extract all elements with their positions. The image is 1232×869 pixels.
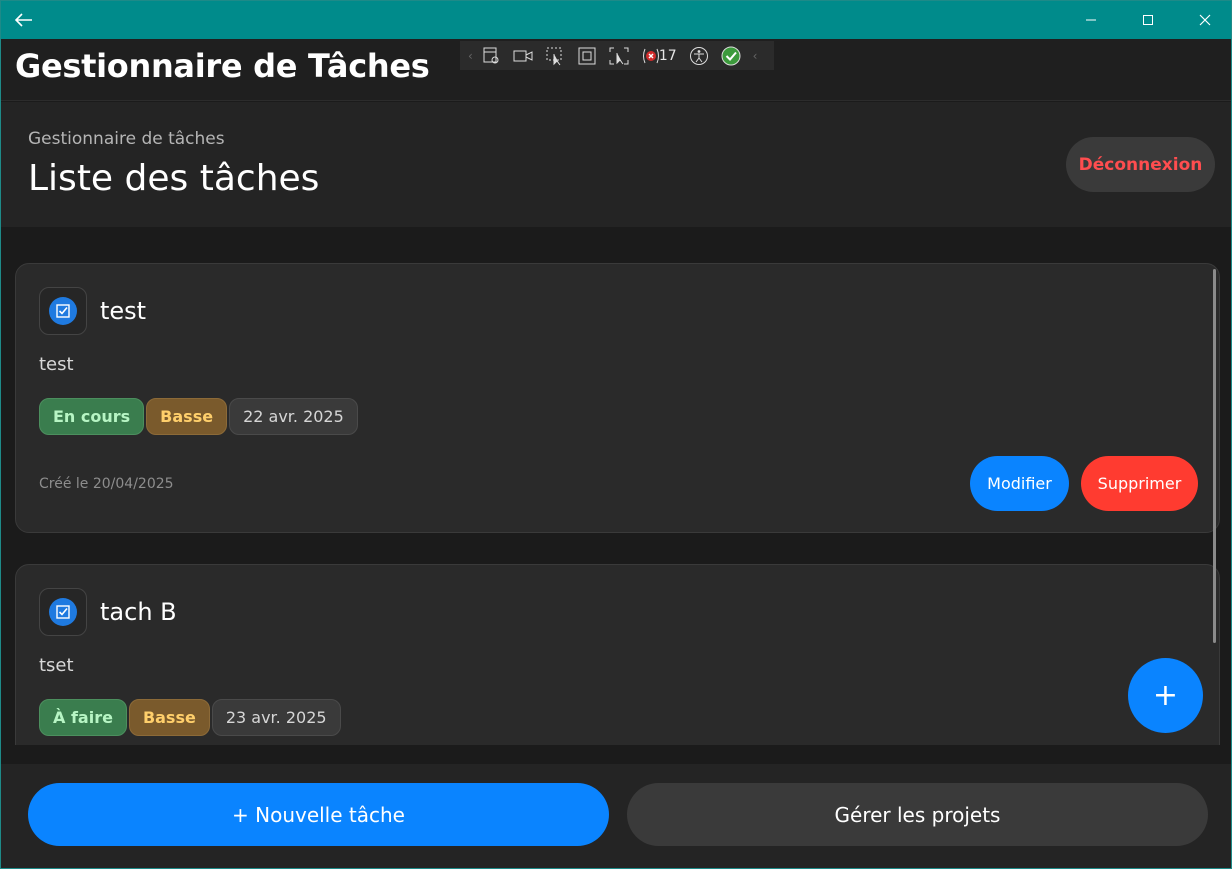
task-description: test [39,354,74,375]
logout-button[interactable]: Déconnexion [1066,137,1215,192]
arrow-left-icon [15,13,32,27]
task-card[interactable]: test test En cours Basse 22 avr. 2025 Cr… [15,263,1220,533]
page-title: Liste des tâches [28,158,320,199]
task-icon [39,287,87,335]
status-badge: En cours [39,398,145,435]
due-date-badge: 23 avr. 2025 [211,699,341,736]
chevron-left-icon[interactable]: ‹ [753,49,758,63]
manage-projects-button[interactable]: Gérer les projets [627,783,1208,846]
new-task-button[interactable]: + Nouvelle tâche [28,783,609,846]
minimize-icon [1085,19,1096,21]
task-title: tach B [100,598,177,626]
app-title: Gestionnaire de Tâches [15,47,430,85]
checkbox-icon [56,304,70,318]
task-title: test [100,297,147,325]
window-controls [1062,1,1231,39]
close-button[interactable] [1176,1,1231,39]
chevron-left-icon[interactable]: ‹ [468,49,473,63]
live-visual-tree-icon[interactable] [475,41,507,70]
app-window: Gestionnaire de Tâches ‹ 17 ‹ Gestionnai… [0,0,1232,869]
display-layout-adorners-icon[interactable] [571,41,603,70]
task-tags: En cours Basse 22 avr. 2025 [39,398,358,435]
bottom-bar: + Nouvelle tâche Gérer les projets [1,764,1231,868]
delete-button[interactable]: Supprimer [1081,456,1198,511]
accessibility-icon[interactable] [683,41,715,70]
task-tags: À faire Basse 23 avr. 2025 [39,699,341,736]
task-description: tset [39,655,74,676]
checkbox-icon [56,605,70,619]
video-icon[interactable] [507,41,539,70]
back-button[interactable] [1,1,47,39]
task-icon [39,588,87,636]
status-badge: À faire [39,699,127,736]
add-task-fab[interactable]: + [1128,658,1203,733]
track-focus-icon[interactable] [603,41,635,70]
minimize-button[interactable] [1062,1,1119,39]
hot-reload-ok-icon[interactable] [715,41,747,70]
edit-button[interactable]: Modifier [970,456,1069,511]
title-bar [1,1,1231,39]
page-header: Gestionnaire de tâches Liste des tâches … [1,102,1231,227]
page-subtitle: Gestionnaire de tâches [28,129,225,149]
debug-toolbar: ‹ 17 ‹ [460,41,774,70]
created-date: Créé le 20/04/2025 [39,476,174,492]
maximize-icon [1142,15,1153,25]
due-date-badge: 22 avr. 2025 [229,398,358,435]
priority-badge: Basse [128,699,210,736]
scrollbar[interactable] [1213,269,1216,643]
close-icon [1199,14,1210,26]
task-card[interactable]: tach B tset À faire Basse 23 avr. 2025 [15,564,1220,745]
priority-badge: Basse [146,398,228,435]
maximize-button[interactable] [1119,1,1176,39]
task-list[interactable]: test test En cours Basse 22 avr. 2025 Cr… [1,227,1231,745]
binding-failures-count: 17 [658,47,677,64]
select-element-icon[interactable] [539,41,571,70]
